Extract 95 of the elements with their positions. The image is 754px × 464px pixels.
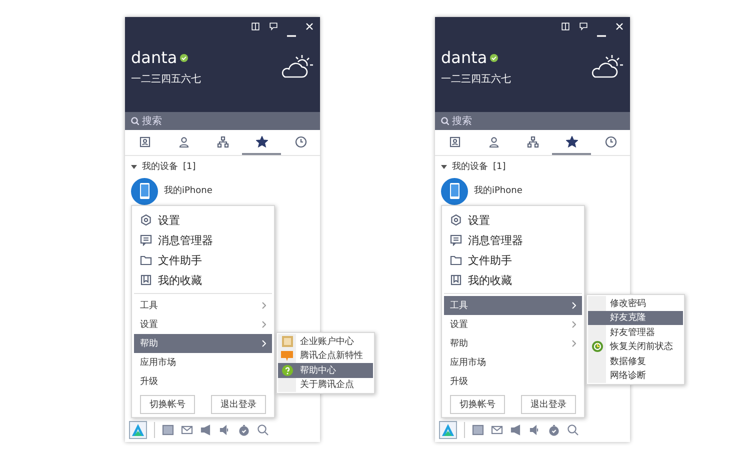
hierarchy-icon <box>526 136 538 148</box>
speaker-icon <box>529 424 541 436</box>
chevron-icon <box>572 302 576 309</box>
search-field[interactable]: 搜索 <box>125 112 320 130</box>
submenu-item[interactable]: 好友管理器 <box>588 325 683 340</box>
help-icon <box>282 364 292 376</box>
submenu-item[interactable]: 网络诊断 <box>588 368 683 383</box>
minimize-icon <box>287 35 296 37</box>
submenu-item[interactable]: 好友克隆 <box>588 310 683 325</box>
layout-icon <box>251 22 260 31</box>
menu-item[interactable]: 文件助手 <box>444 250 582 270</box>
folder-icon <box>140 254 152 266</box>
hierarchy-icon <box>216 136 228 148</box>
menu-item[interactable]: 设置 <box>134 210 272 230</box>
submenu-item[interactable]: 腾讯企点新特性 <box>278 348 373 363</box>
message-icon <box>140 234 152 246</box>
menu-item[interactable]: 工具 <box>134 296 272 315</box>
menu-item[interactable]: 设置 <box>134 315 272 334</box>
group-count: [1] <box>183 162 196 172</box>
clock-icon <box>294 136 306 148</box>
folder-icon <box>450 254 462 266</box>
close-icon <box>615 22 624 31</box>
timer-check-icon <box>548 424 560 436</box>
signature: 一二三四五六七 <box>131 72 201 86</box>
group-label: 我的设备 <box>142 160 178 173</box>
menu-item[interactable]: 我的收藏 <box>444 270 582 290</box>
search-icon <box>567 424 579 436</box>
menu-item[interactable]: 设置 <box>444 210 582 230</box>
app-logo-icon[interactable] <box>129 421 147 439</box>
submenu-item[interactable]: 关于腾讯企点 <box>278 378 373 392</box>
people-icon <box>178 136 190 148</box>
chevron-icon <box>262 321 266 328</box>
device-name: 我的iPhone <box>474 184 522 197</box>
message-icon <box>450 234 462 246</box>
megaphone-icon <box>510 424 522 436</box>
timer-check-icon <box>238 424 250 436</box>
menu-item[interactable]: 帮助 <box>134 334 272 353</box>
mail-icon <box>181 424 193 436</box>
submenu-item[interactable]: 恢复关闭前状态 <box>588 340 683 354</box>
menu-item[interactable]: 我的收藏 <box>134 270 272 290</box>
submenu-item[interactable]: 企业账户中心 <box>278 334 373 348</box>
settings-icon <box>140 214 152 226</box>
menu-button[interactable]: 退出登录 <box>521 395 576 414</box>
mail-icon <box>491 424 503 436</box>
menu-item[interactable]: 消息管理器 <box>444 230 582 250</box>
contact-card-icon <box>138 136 150 148</box>
menu-item[interactable]: 帮助 <box>444 334 582 353</box>
menu-item[interactable]: 升级 <box>134 372 272 391</box>
menu-item[interactable]: 升级 <box>444 372 582 391</box>
bookmark-icon <box>140 274 152 286</box>
group-count: [1] <box>493 162 506 172</box>
search-icon <box>257 424 269 436</box>
submenu-item[interactable]: 数据修复 <box>588 354 683 368</box>
menu-item[interactable]: 文件助手 <box>134 250 272 270</box>
submenu-item[interactable]: 修改密码 <box>588 296 683 310</box>
chat-icon <box>579 22 588 31</box>
online-check-icon <box>180 54 188 62</box>
search-icon <box>131 117 139 125</box>
online-check-icon <box>490 54 498 62</box>
chat-icon <box>269 22 278 31</box>
menu-item[interactable]: 应用市场 <box>134 353 272 372</box>
chevron-icon <box>572 321 576 328</box>
bookmark-icon <box>450 274 462 286</box>
close-icon <box>305 22 314 31</box>
chevron-icon <box>572 340 576 347</box>
search-icon <box>441 117 449 125</box>
device-name: 我的iPhone <box>164 184 212 197</box>
search-field[interactable]: 搜索 <box>435 112 630 130</box>
minimize-icon <box>597 35 606 37</box>
chevron-icon <box>262 340 266 347</box>
menu-item[interactable]: 设置 <box>444 315 582 334</box>
menu-item[interactable]: 消息管理器 <box>134 230 272 250</box>
username: danta <box>441 48 488 67</box>
star-icon <box>566 136 578 148</box>
chevron-icon <box>262 302 266 309</box>
people-icon <box>488 136 500 148</box>
menu-button[interactable]: 切换帐号 <box>140 395 195 414</box>
menu-item[interactable]: 工具 <box>444 296 582 315</box>
certificate-icon <box>282 336 292 347</box>
menu-item[interactable]: 应用市场 <box>444 353 582 372</box>
submenu-item[interactable]: 帮助中心 <box>278 363 373 378</box>
contact-card-icon <box>448 136 460 148</box>
username: danta <box>131 48 178 67</box>
settings-icon <box>450 214 462 226</box>
clock-icon <box>604 136 616 148</box>
signature: 一二三四五六七 <box>441 72 511 86</box>
group-label: 我的设备 <box>452 160 488 173</box>
menu-button[interactable]: 切换帐号 <box>450 395 505 414</box>
new-badge-icon <box>281 350 293 361</box>
layout-icon <box>561 22 570 31</box>
star-icon <box>256 136 268 148</box>
menu-button[interactable]: 退出登录 <box>211 395 266 414</box>
megaphone-icon <box>200 424 212 436</box>
app-logo-icon[interactable] <box>439 421 457 439</box>
speaker-icon <box>219 424 231 436</box>
